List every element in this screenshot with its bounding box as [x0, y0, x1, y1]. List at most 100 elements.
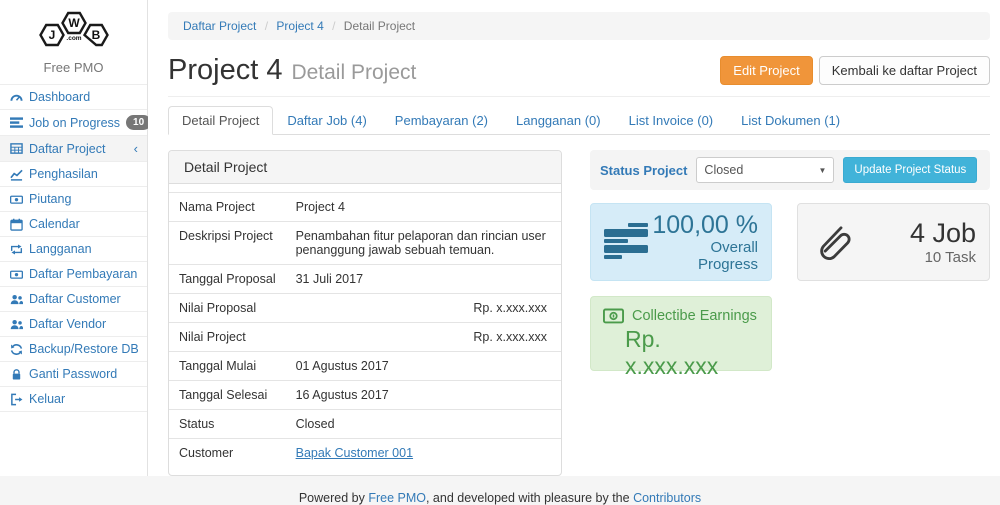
sidebar-item-dashboard[interactable]: Dashboard: [0, 84, 147, 110]
sidebar-item-label: Penghasilan: [29, 167, 98, 181]
row-label: Tanggal Selesai: [169, 381, 286, 410]
status-select[interactable]: Closed ▼: [696, 157, 834, 183]
line-chart-icon: [9, 167, 23, 181]
table-row: Nama Project Project 4: [169, 193, 561, 222]
row-value: Rp. x.xxx.xxx: [286, 323, 561, 352]
tab-pembayaran[interactable]: Pembayaran (2): [381, 106, 502, 135]
breadcrumb-current: Detail Project: [344, 19, 415, 33]
sign-out-icon: [9, 392, 23, 406]
sidebar-item-label: Dashboard: [29, 90, 90, 104]
detail-table: Nama Project Project 4 Deskripsi Project…: [169, 192, 561, 467]
progress-value: 100,00 %: [648, 211, 758, 240]
right-column: Status Project Closed ▼ Update Project S…: [590, 150, 990, 476]
breadcrumb-separator: /: [265, 19, 268, 33]
free-pmo-link[interactable]: Free PMO: [368, 491, 426, 505]
breadcrumb-link-daftar-project[interactable]: Daftar Project: [183, 19, 256, 33]
sidebar: J W B .com Free PMO Dashboard Job on Pro…: [0, 0, 148, 476]
update-project-status-button[interactable]: Update Project Status: [843, 157, 977, 183]
tab-list-invoice[interactable]: List Invoice (0): [615, 106, 728, 135]
row-label: Customer: [169, 439, 286, 468]
row-label: Tanggal Proposal: [169, 265, 286, 294]
table-row: Nilai Project Rp. x.xxx.xxx: [169, 323, 561, 352]
breadcrumb-link-project-4[interactable]: Project 4: [276, 19, 323, 33]
money-icon: [9, 192, 23, 206]
table-row: Status Closed: [169, 410, 561, 439]
main-content: Daftar Project / Project 4 / Detail Proj…: [148, 0, 1000, 476]
money-icon: [603, 308, 624, 324]
caret-down-icon: ▼: [819, 166, 827, 175]
refresh-icon: [9, 342, 23, 356]
sidebar-item-label: Job on Progress: [29, 116, 120, 130]
page-title: Project 4: [168, 54, 282, 87]
sidebar-item-job-on-progress[interactable]: Job on Progress 10: [0, 110, 147, 136]
job-count: 4 Job: [851, 218, 976, 249]
row-label: Nilai Project: [169, 323, 286, 352]
chevron-left-icon: ‹: [134, 141, 138, 156]
sidebar-item-label: Keluar: [29, 392, 65, 406]
sidebar-item-label: Daftar Project: [29, 142, 105, 156]
breadcrumb: Daftar Project / Project 4 / Detail Proj…: [168, 12, 990, 40]
sidebar-item-daftar-project[interactable]: Daftar Project ‹: [0, 136, 147, 162]
sidebar-item-ganti-password[interactable]: Ganti Password: [0, 362, 147, 387]
sidebar-item-label: Langganan: [29, 242, 92, 256]
footer-text: , and developed with pleasure by the: [426, 491, 633, 505]
sidebar-item-daftar-vendor[interactable]: Daftar Vendor: [0, 312, 147, 337]
table-row: Customer Bapak Customer 001: [169, 439, 561, 468]
sidebar-item-label: Ganti Password: [29, 367, 117, 381]
sidebar-item-daftar-pembayaran[interactable]: Daftar Pembayaran: [0, 262, 147, 287]
tab-langganan[interactable]: Langganan (0): [502, 106, 615, 135]
status-project-form: Status Project Closed ▼ Update Project S…: [590, 150, 990, 190]
contributors-link[interactable]: Contributors: [633, 491, 701, 505]
row-value: 01 Agustus 2017: [286, 352, 561, 381]
logo-com-text: .com: [66, 35, 81, 42]
lock-icon: [9, 367, 23, 381]
tab-bar: Detail Project Daftar Job (4) Pembayaran…: [168, 106, 990, 135]
row-value: 16 Agustus 2017: [286, 381, 561, 410]
back-to-project-list-button[interactable]: Kembali ke daftar Project: [819, 56, 990, 85]
sidebar-item-label: Daftar Pembayaran: [29, 267, 137, 281]
calendar-icon: [9, 217, 23, 231]
users-icon: [9, 317, 23, 331]
money-icon: [9, 267, 23, 281]
detail-project-panel: Detail Project Nama Project Project 4 De…: [168, 150, 562, 476]
table-row: Deskripsi Project Penambahan fitur pelap…: [169, 222, 561, 265]
row-value: Rp. x.xxx.xxx: [286, 294, 561, 323]
sidebar-item-daftar-customer[interactable]: Daftar Customer: [0, 287, 147, 312]
page-subtitle: Detail Project: [291, 61, 416, 85]
collectible-earnings-box: Collectibe Earnings Rp. x.xxx.xxx: [590, 296, 772, 371]
row-label: Tanggal Mulai: [169, 352, 286, 381]
sidebar-item-label: Calendar: [29, 217, 80, 231]
sidebar-item-calendar[interactable]: Calendar: [0, 212, 147, 237]
tab-daftar-job[interactable]: Daftar Job (4): [273, 106, 380, 135]
retweet-icon: [9, 242, 23, 256]
sidebar-item-piutang[interactable]: Piutang: [0, 187, 147, 212]
jwb-logo-icon: J W B .com: [34, 8, 114, 54]
app-window: J W B .com Free PMO Dashboard Job on Pro…: [0, 0, 1000, 478]
table-row: Tanggal Selesai 16 Agustus 2017: [169, 381, 561, 410]
edit-project-button[interactable]: Edit Project: [720, 56, 812, 85]
logo-letter-w: W: [68, 16, 80, 30]
task-count: 10 Task: [851, 249, 976, 266]
tab-list-dokumen[interactable]: List Dokumen (1): [727, 106, 854, 135]
row-label: Nilai Proposal: [169, 294, 286, 323]
tasks-icon: [9, 116, 23, 130]
customer-link[interactable]: Bapak Customer 001: [296, 446, 413, 460]
row-value: Closed: [286, 410, 561, 439]
row-value: 31 Juli 2017: [286, 265, 561, 294]
sidebar-item-penghasilan[interactable]: Penghasilan: [0, 162, 147, 187]
sidebar-item-label: Piutang: [29, 192, 71, 206]
table-row: Tanggal Proposal 31 Juli 2017: [169, 265, 561, 294]
table-row: Tanggal Mulai 01 Agustus 2017: [169, 352, 561, 381]
table-icon: [9, 142, 23, 156]
row-value: Penambahan fitur pelaporan dan rincian u…: [286, 222, 561, 265]
tab-detail-project[interactable]: Detail Project: [168, 106, 273, 135]
sidebar-item-keluar[interactable]: Keluar: [0, 387, 147, 412]
sidebar-item-backup-restore-db[interactable]: Backup/Restore DB: [0, 337, 147, 362]
footer-text: Powered by: [299, 491, 368, 505]
job-count-box: 4 Job 10 Task: [797, 203, 990, 281]
row-value: Project 4: [286, 193, 561, 222]
sidebar-item-langganan[interactable]: Langganan: [0, 237, 147, 262]
footer: Powered by Free PMO, and developed with …: [0, 476, 1000, 505]
logo-letter-j: J: [48, 28, 55, 42]
page-header: Project 4 Detail Project Edit Project Ke…: [168, 54, 990, 97]
